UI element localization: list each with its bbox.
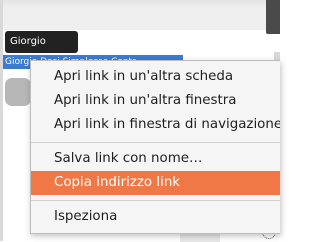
avatar[interactable] [5, 78, 31, 106]
menu-separator [31, 142, 280, 143]
menu-item-inspect[interactable]: Ispeziona [31, 205, 280, 229]
menu-item-open-incognito[interactable]: Apri link in finestra di navigazione [31, 113, 280, 137]
top-bar [0, 0, 280, 30]
context-menu: Apri link in un'altra scheda Apri link i… [30, 60, 280, 234]
menu-item-open-new-tab[interactable]: Apri link in un'altra scheda [31, 65, 280, 89]
menu-item-save-link-as[interactable]: Salva link con nome… [31, 147, 280, 171]
tooltip-text: Giorgio [10, 36, 46, 47]
menu-separator [31, 200, 280, 201]
menu-item-copy-link-address[interactable]: Copia indirizzo link [31, 171, 280, 195]
top-right-panel [266, 0, 280, 34]
top-bar-shadow [0, 0, 280, 8]
menu-item-open-new-window[interactable]: Apri link in un'altra finestra [31, 89, 280, 113]
name-tooltip: Giorgio [5, 31, 78, 53]
left-scroll-strip [0, 0, 3, 241]
